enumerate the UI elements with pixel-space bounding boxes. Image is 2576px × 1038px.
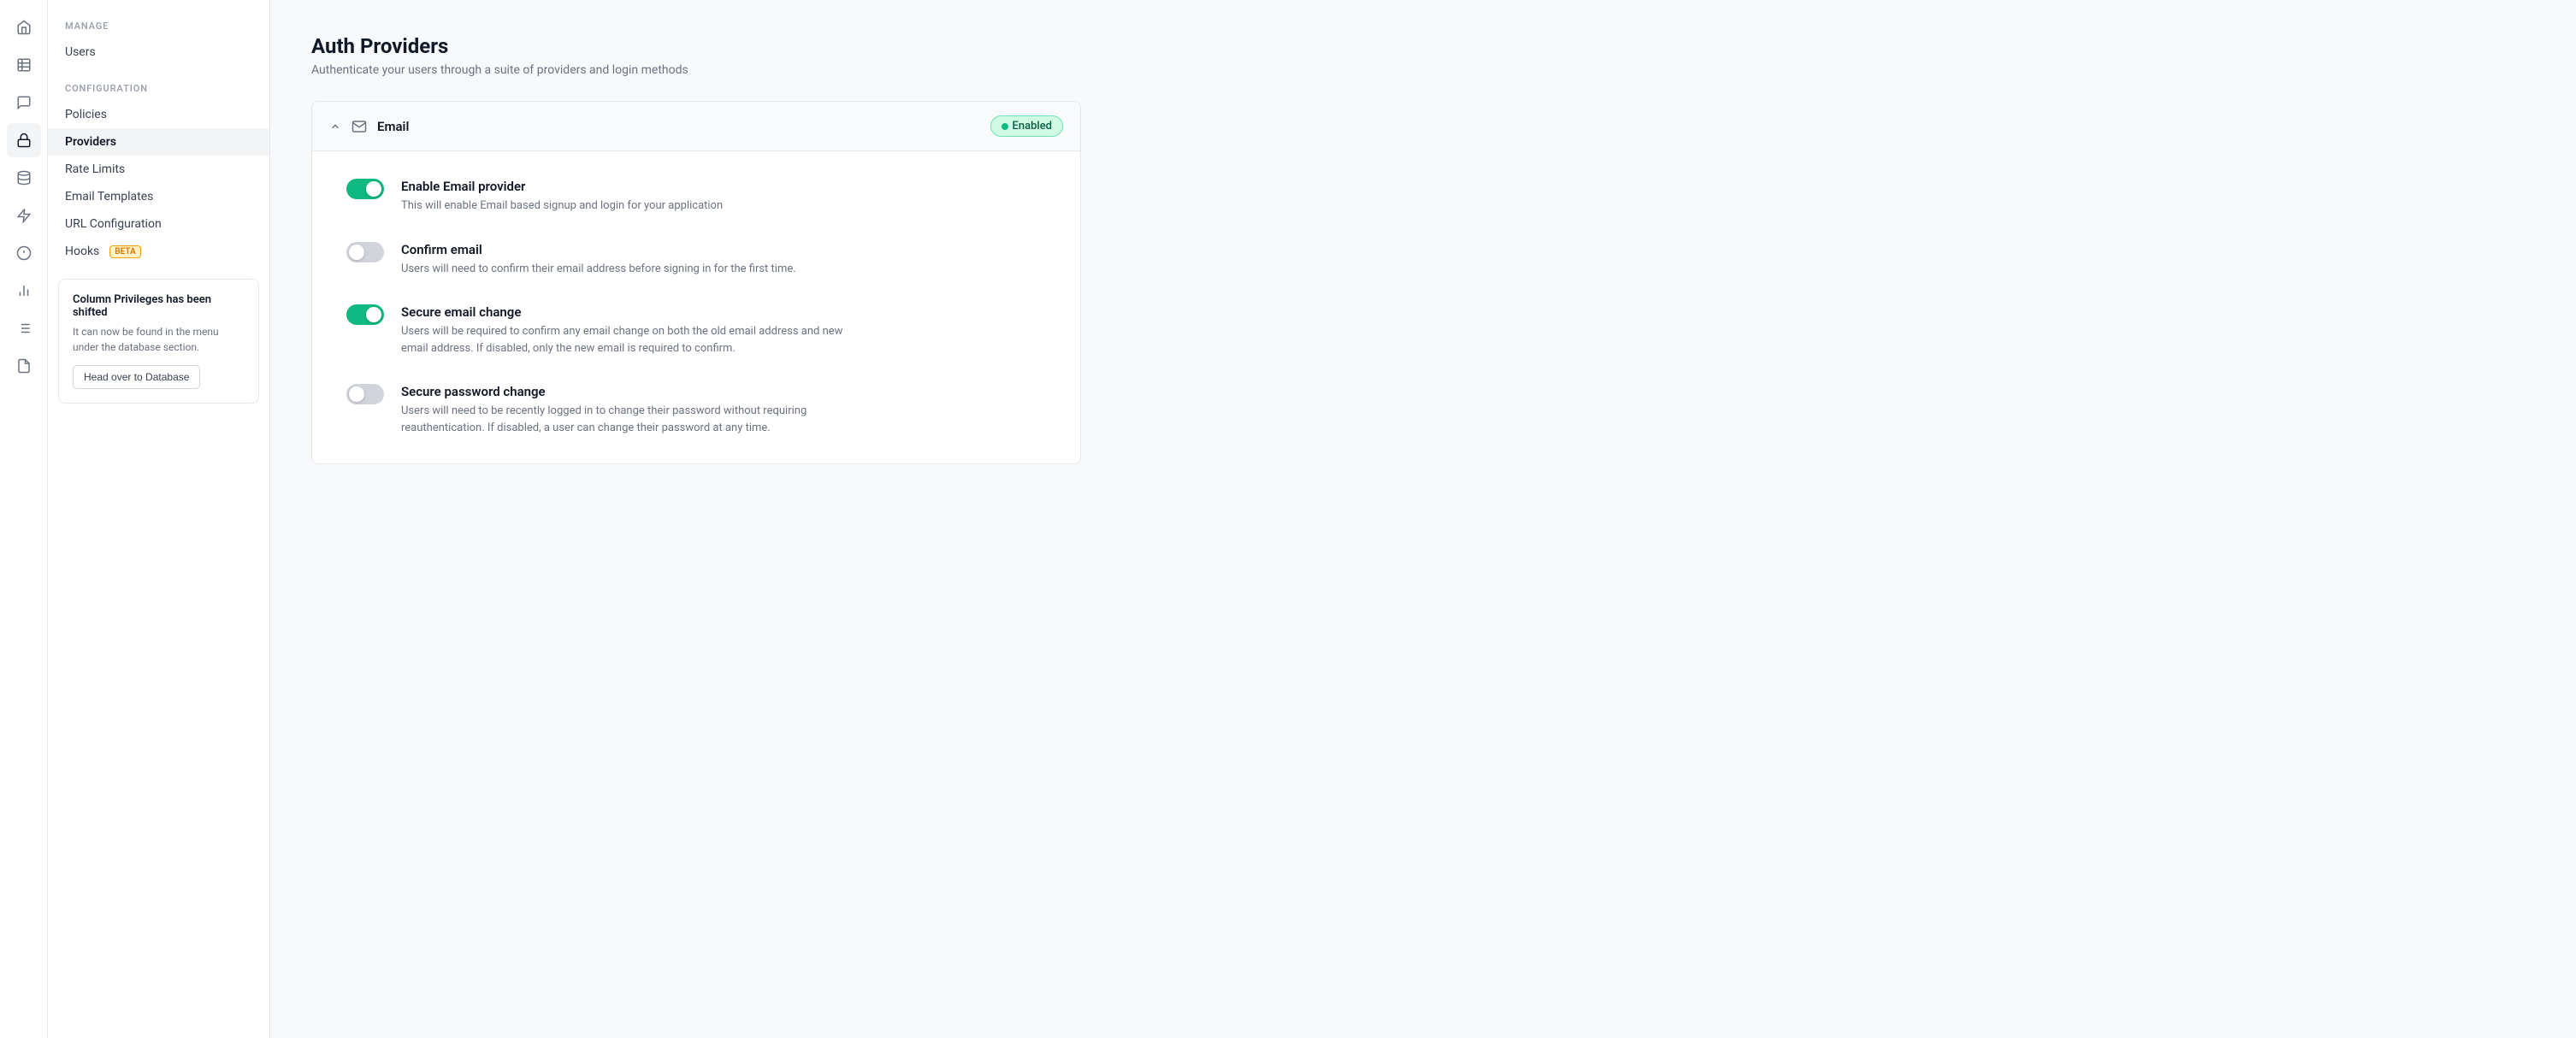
nav-reports[interactable]: [7, 274, 41, 308]
nav-docs[interactable]: [7, 349, 41, 383]
info-card-body: It can now be found in the menu under th…: [73, 324, 245, 355]
setting-secure-password-change: Secure password change Users will need t…: [346, 384, 1046, 436]
toggle-knob: [366, 307, 381, 322]
toggle-knob: [349, 245, 364, 260]
hooks-badge: BETA: [109, 245, 140, 258]
nav-sidebar: MANAGE Users CONFIGURATION Policies Prov…: [48, 0, 270, 1038]
secure-password-change-desc: Users will need to be recently logged in…: [401, 403, 863, 436]
nav-storage[interactable]: [7, 161, 41, 195]
info-card: Column Privileges has been shifted It ca…: [58, 279, 259, 404]
email-icon: [352, 118, 367, 135]
toggle-knob: [366, 181, 381, 197]
secure-email-change-desc: Users will be required to confirm any em…: [401, 323, 863, 357]
nav-item-email-templates[interactable]: Email Templates: [48, 183, 269, 210]
page-title: Auth Providers: [311, 34, 2535, 58]
email-provider-card: Email Enabled Enable Email provider This…: [311, 101, 1081, 464]
setting-enable-email: Enable Email provider This will enable E…: [346, 179, 1046, 215]
enabled-badge: Enabled: [990, 115, 1064, 137]
setting-confirm-email: Confirm email Users will need to confirm…: [346, 242, 1046, 278]
nav-item-policies[interactable]: Policies: [48, 101, 269, 128]
nav-item-url-config[interactable]: URL Configuration: [48, 210, 269, 238]
confirm-email-label: Confirm email: [401, 242, 1046, 257]
nav-logs[interactable]: [7, 311, 41, 345]
enable-email-toggle[interactable]: [346, 179, 384, 199]
config-section-label: CONFIGURATION: [48, 83, 269, 94]
secure-password-change-toggle[interactable]: [346, 384, 384, 404]
nav-auth[interactable]: [7, 123, 41, 157]
secure-email-change-label: Secure email change: [401, 304, 1046, 320]
nav-table[interactable]: [7, 48, 41, 82]
confirm-email-toggle[interactable]: [346, 242, 384, 262]
enabled-dot: [1001, 123, 1008, 130]
nav-home[interactable]: [7, 10, 41, 44]
nav-item-users[interactable]: Users: [48, 38, 269, 66]
enable-email-desc: This will enable Email based signup and …: [401, 198, 863, 215]
manage-section-label: MANAGE: [48, 21, 269, 32]
nav-functions[interactable]: [7, 198, 41, 233]
enable-email-label: Enable Email provider: [401, 179, 1046, 194]
enabled-label: Enabled: [1013, 120, 1053, 133]
page-subtitle: Authenticate your users through a suite …: [311, 63, 2535, 77]
nav-editor[interactable]: [7, 86, 41, 120]
confirm-email-desc: Users will need to confirm their email a…: [401, 261, 863, 278]
secure-password-change-label: Secure password change: [401, 384, 1046, 399]
provider-header: Email Enabled: [312, 102, 1080, 151]
main-content: Auth Providers Authenticate your users t…: [270, 0, 2576, 1038]
collapse-chevron-icon[interactable]: [329, 120, 341, 133]
provider-body: Enable Email provider This will enable E…: [312, 151, 1080, 463]
nav-item-rate-limits[interactable]: Rate Limits: [48, 156, 269, 183]
secure-email-change-toggle[interactable]: [346, 304, 384, 325]
nav-item-providers[interactable]: Providers: [48, 128, 269, 156]
toggle-knob: [349, 386, 364, 402]
nav-item-hooks[interactable]: Hooks BETA: [48, 238, 269, 265]
setting-secure-email-change: Secure email change Users will be requir…: [346, 304, 1046, 357]
icon-sidebar: [0, 0, 48, 1038]
nav-insights[interactable]: [7, 236, 41, 270]
info-card-title: Column Privileges has been shifted: [73, 293, 245, 319]
head-over-to-database-button[interactable]: Head over to Database: [73, 365, 200, 389]
provider-name: Email: [377, 119, 980, 134]
